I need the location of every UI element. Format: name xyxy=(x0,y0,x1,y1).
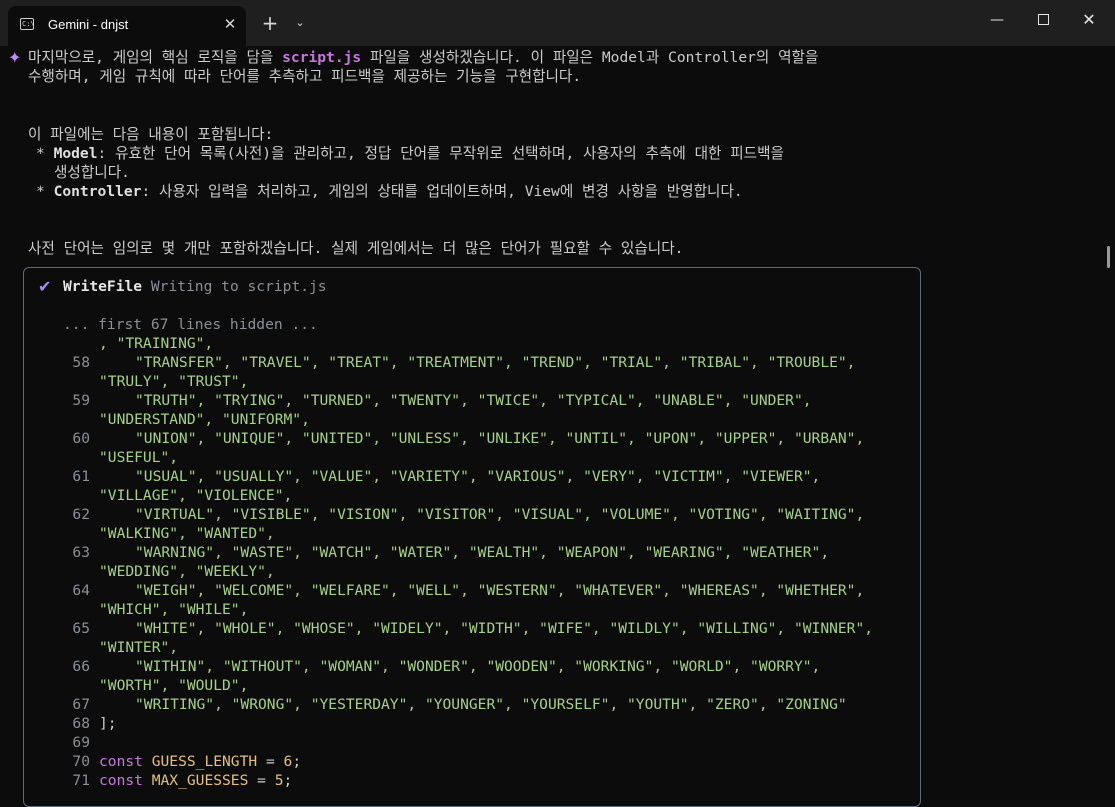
code-line: "WITHIN", "WITHOUT", "WOMAN", "WONDER", … xyxy=(135,658,821,675)
terminal-tab[interactable]: C:\ Gemini - dnjst ✕ xyxy=(8,6,246,46)
message-line-2: 수행하며, 게임 규칙에 따라 단어를 추측하고 피드백을 제공하는 기능을 구… xyxy=(28,68,582,85)
text-segment: 파일을 생성하겠습니다. 이 파일은 Model과 Controller의 역할… xyxy=(361,49,819,66)
operator: = xyxy=(248,772,275,789)
code-line-wrap: "VILLAGE", "VIOLENCE", xyxy=(99,487,293,504)
bullet-model-continuation: 생성합니다. xyxy=(54,164,130,181)
bullet-label: Model xyxy=(53,145,98,162)
code-line-wrap: "WHICH", "WHILE", xyxy=(99,601,249,618)
checkmark-icon: ✔ xyxy=(38,277,52,296)
code-line-wrap: "WEDDING", "WEEKLY", xyxy=(99,563,275,580)
code-line: "TRUTH", "TRYING", "TURNED", "TWENTY", "… xyxy=(135,392,812,409)
line-number: 63 xyxy=(72,544,90,561)
terminal-icon: C:\ xyxy=(20,18,35,30)
code-line-wrap: "WALKING", "WANTED", xyxy=(99,525,275,542)
maximize-icon xyxy=(1037,14,1049,25)
bullet-model: * Model: 유효한 단어 목록(사전)을 관리하고, 정답 단어를 무작위… xyxy=(36,144,784,163)
code-line: "TRANSFER", "TRAVEL", "TREAT", "TREATMEN… xyxy=(135,354,856,371)
tab-title: Gemini - dnjst xyxy=(48,17,129,32)
bullet-controller: * Controller: 사용자 입력을 처리하고, 게임의 상태를 업데이트… xyxy=(36,182,743,201)
code-line: const GUESS_LENGTH = 6; xyxy=(99,752,301,771)
code-line-wrap: "WORTH", "WOULD", xyxy=(99,677,249,694)
line-number: 58 xyxy=(72,354,90,371)
close-window-button[interactable]: ✕ xyxy=(1066,0,1112,40)
scrollbar-thumb[interactable] xyxy=(1107,246,1110,268)
code-line: "WEIGH", "WELCOME", "WELFARE", "WELL", "… xyxy=(135,582,865,599)
maximize-button[interactable] xyxy=(1020,0,1066,40)
line-number: 61 xyxy=(72,468,90,485)
keyword: const xyxy=(99,772,143,789)
line-number: 65 xyxy=(72,620,90,637)
message-line-1: 마지막으로, 게임의 핵심 로직을 담을 script.js 파일을 생성하겠습… xyxy=(28,48,818,67)
line-number: 59 xyxy=(72,392,90,409)
keyword: const xyxy=(99,753,143,770)
message-paragraph-2: 이 파일에는 다음 내용이 포함됩니다: xyxy=(28,126,274,143)
bullet-label: Controller xyxy=(53,183,142,200)
bullet-text: : 유효한 단어 목록(사전)을 관리하고, 정답 단어를 무작위로 선택하며,… xyxy=(97,145,784,162)
message-paragraph-3: 사전 단어는 임의로 몇 개만 포함하겠습니다. 실제 게임에서는 더 많은 단… xyxy=(28,240,684,257)
number-literal: 5 xyxy=(274,772,284,789)
identifier: GUESS_LENGTH xyxy=(151,753,258,770)
line-number: 60 xyxy=(72,430,90,447)
tool-header: WriteFile Writing to script.js xyxy=(63,277,327,296)
title-bar: C:\ Gemini - dnjst ✕ + ⌄ — ✕ xyxy=(0,0,1115,46)
number-literal: 6 xyxy=(283,753,293,770)
line-number: 71 xyxy=(72,772,90,789)
code-line-wrap: "USEFUL", xyxy=(99,449,179,466)
line-number: 69 xyxy=(72,734,90,751)
bullet-marker: * xyxy=(36,183,54,200)
gemini-sparkle-icon: ✦ xyxy=(8,48,22,67)
line-number: 68 xyxy=(72,715,90,732)
code-line: ]; xyxy=(99,715,117,732)
code-line: "WARNING", "WASTE", "WATCH", "WATER", "W… xyxy=(135,544,830,561)
code-line: "UNION", "UNIQUE", "UNITED", "UNLESS", "… xyxy=(135,430,865,447)
tool-name: WriteFile xyxy=(63,278,143,295)
code-line-wrap: "TRULY", "TRUST", xyxy=(99,373,249,390)
line-number: 64 xyxy=(72,582,90,599)
tool-description: Writing to script.js xyxy=(150,278,327,295)
bullet-marker: * xyxy=(36,145,54,162)
code-line: "WHITE", "WHOLE", "WHOSE", "WIDELY", "WI… xyxy=(135,620,874,637)
code-line-wrap: "UNDERSTAND", "UNIFORM", xyxy=(99,411,310,428)
bullet-text: : 사용자 입력을 처리하고, 게임의 상태를 업데이트하며, View에 변경… xyxy=(141,183,743,200)
close-tab-icon[interactable]: ✕ xyxy=(220,12,240,36)
new-tab-button[interactable]: + xyxy=(258,10,282,36)
text-segment: 마지막으로, 게임의 핵심 로직을 담을 xyxy=(28,49,283,66)
hidden-lines-note: ... first 67 lines hidden ... xyxy=(63,316,318,333)
operator: = xyxy=(257,753,284,770)
code-line-wrap: "WINTER", xyxy=(99,639,179,656)
code-line: "WRITING", "WRONG", "YESTERDAY", "YOUNGE… xyxy=(135,696,847,713)
line-number: 67 xyxy=(72,696,90,713)
identifier: MAX_GUESSES xyxy=(151,772,249,789)
code-line-first: , "TRAINING", xyxy=(99,335,214,352)
minimize-button[interactable]: — xyxy=(974,0,1020,40)
line-number: 62 xyxy=(72,506,90,523)
code-line: const MAX_GUESSES = 5; xyxy=(99,771,292,790)
code-line: "USUAL", "USUALLY", "VALUE", "VARIETY", … xyxy=(135,468,821,485)
punctuation: ; xyxy=(283,772,293,789)
punctuation: ; xyxy=(292,753,302,770)
tab-dropdown-icon[interactable]: ⌄ xyxy=(288,10,312,36)
line-number: 66 xyxy=(72,658,90,675)
line-number: 70 xyxy=(72,753,90,770)
code-line: "VIRTUAL", "VISIBLE", "VISION", "VISITOR… xyxy=(135,506,865,523)
inline-code-filename: script.js xyxy=(282,49,362,66)
